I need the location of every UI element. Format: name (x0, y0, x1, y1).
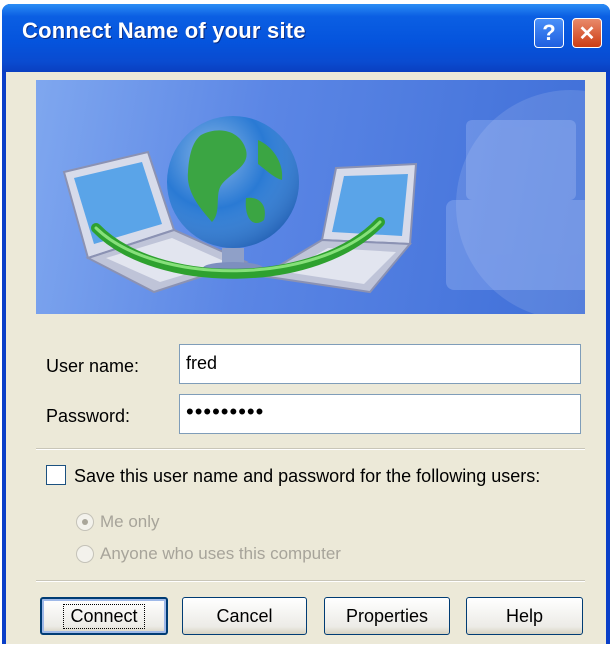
background-laptop-icon (446, 120, 585, 290)
connect-button[interactable]: Connect (40, 597, 168, 635)
cancel-button[interactable]: Cancel (182, 597, 307, 635)
username-field[interactable]: fred (179, 344, 581, 384)
password-field[interactable]: ••••••••• (179, 394, 581, 434)
title-bar[interactable]: Connect Name of your site ? ✕ (2, 4, 610, 72)
divider (36, 580, 585, 582)
network-illustration (62, 116, 585, 294)
password-label: Password: (46, 406, 131, 426)
radio-anyone (76, 545, 94, 563)
network-banner (36, 80, 585, 314)
window-title: Connect Name of your site (22, 18, 306, 43)
help-title-button[interactable]: ? (534, 18, 564, 48)
radio-anyone-label: Anyone who uses this computer (100, 544, 341, 563)
help-button[interactable]: Help (466, 597, 583, 635)
save-credentials-checkbox[interactable] (46, 465, 66, 485)
save-credentials-label[interactable]: Save this user name and password for the… (74, 466, 540, 487)
radio-selected-dot-icon (82, 519, 88, 525)
globe-icon (167, 116, 299, 248)
connect-button-label: Connect (63, 603, 145, 629)
dialog-window: Connect Name of your site ? ✕ User name:… (2, 4, 610, 644)
username-label: User name: (46, 356, 140, 376)
divider (36, 448, 585, 450)
properties-button[interactable]: Properties (324, 597, 450, 635)
close-button[interactable]: ✕ (572, 18, 602, 48)
radio-me-only-label: Me only (100, 512, 160, 531)
radio-me-only (76, 513, 94, 531)
help-icon: ? (542, 20, 556, 45)
close-icon: ✕ (578, 22, 596, 45)
dialog-body: User name: fred Password: ••••••••• Save… (6, 72, 606, 644)
